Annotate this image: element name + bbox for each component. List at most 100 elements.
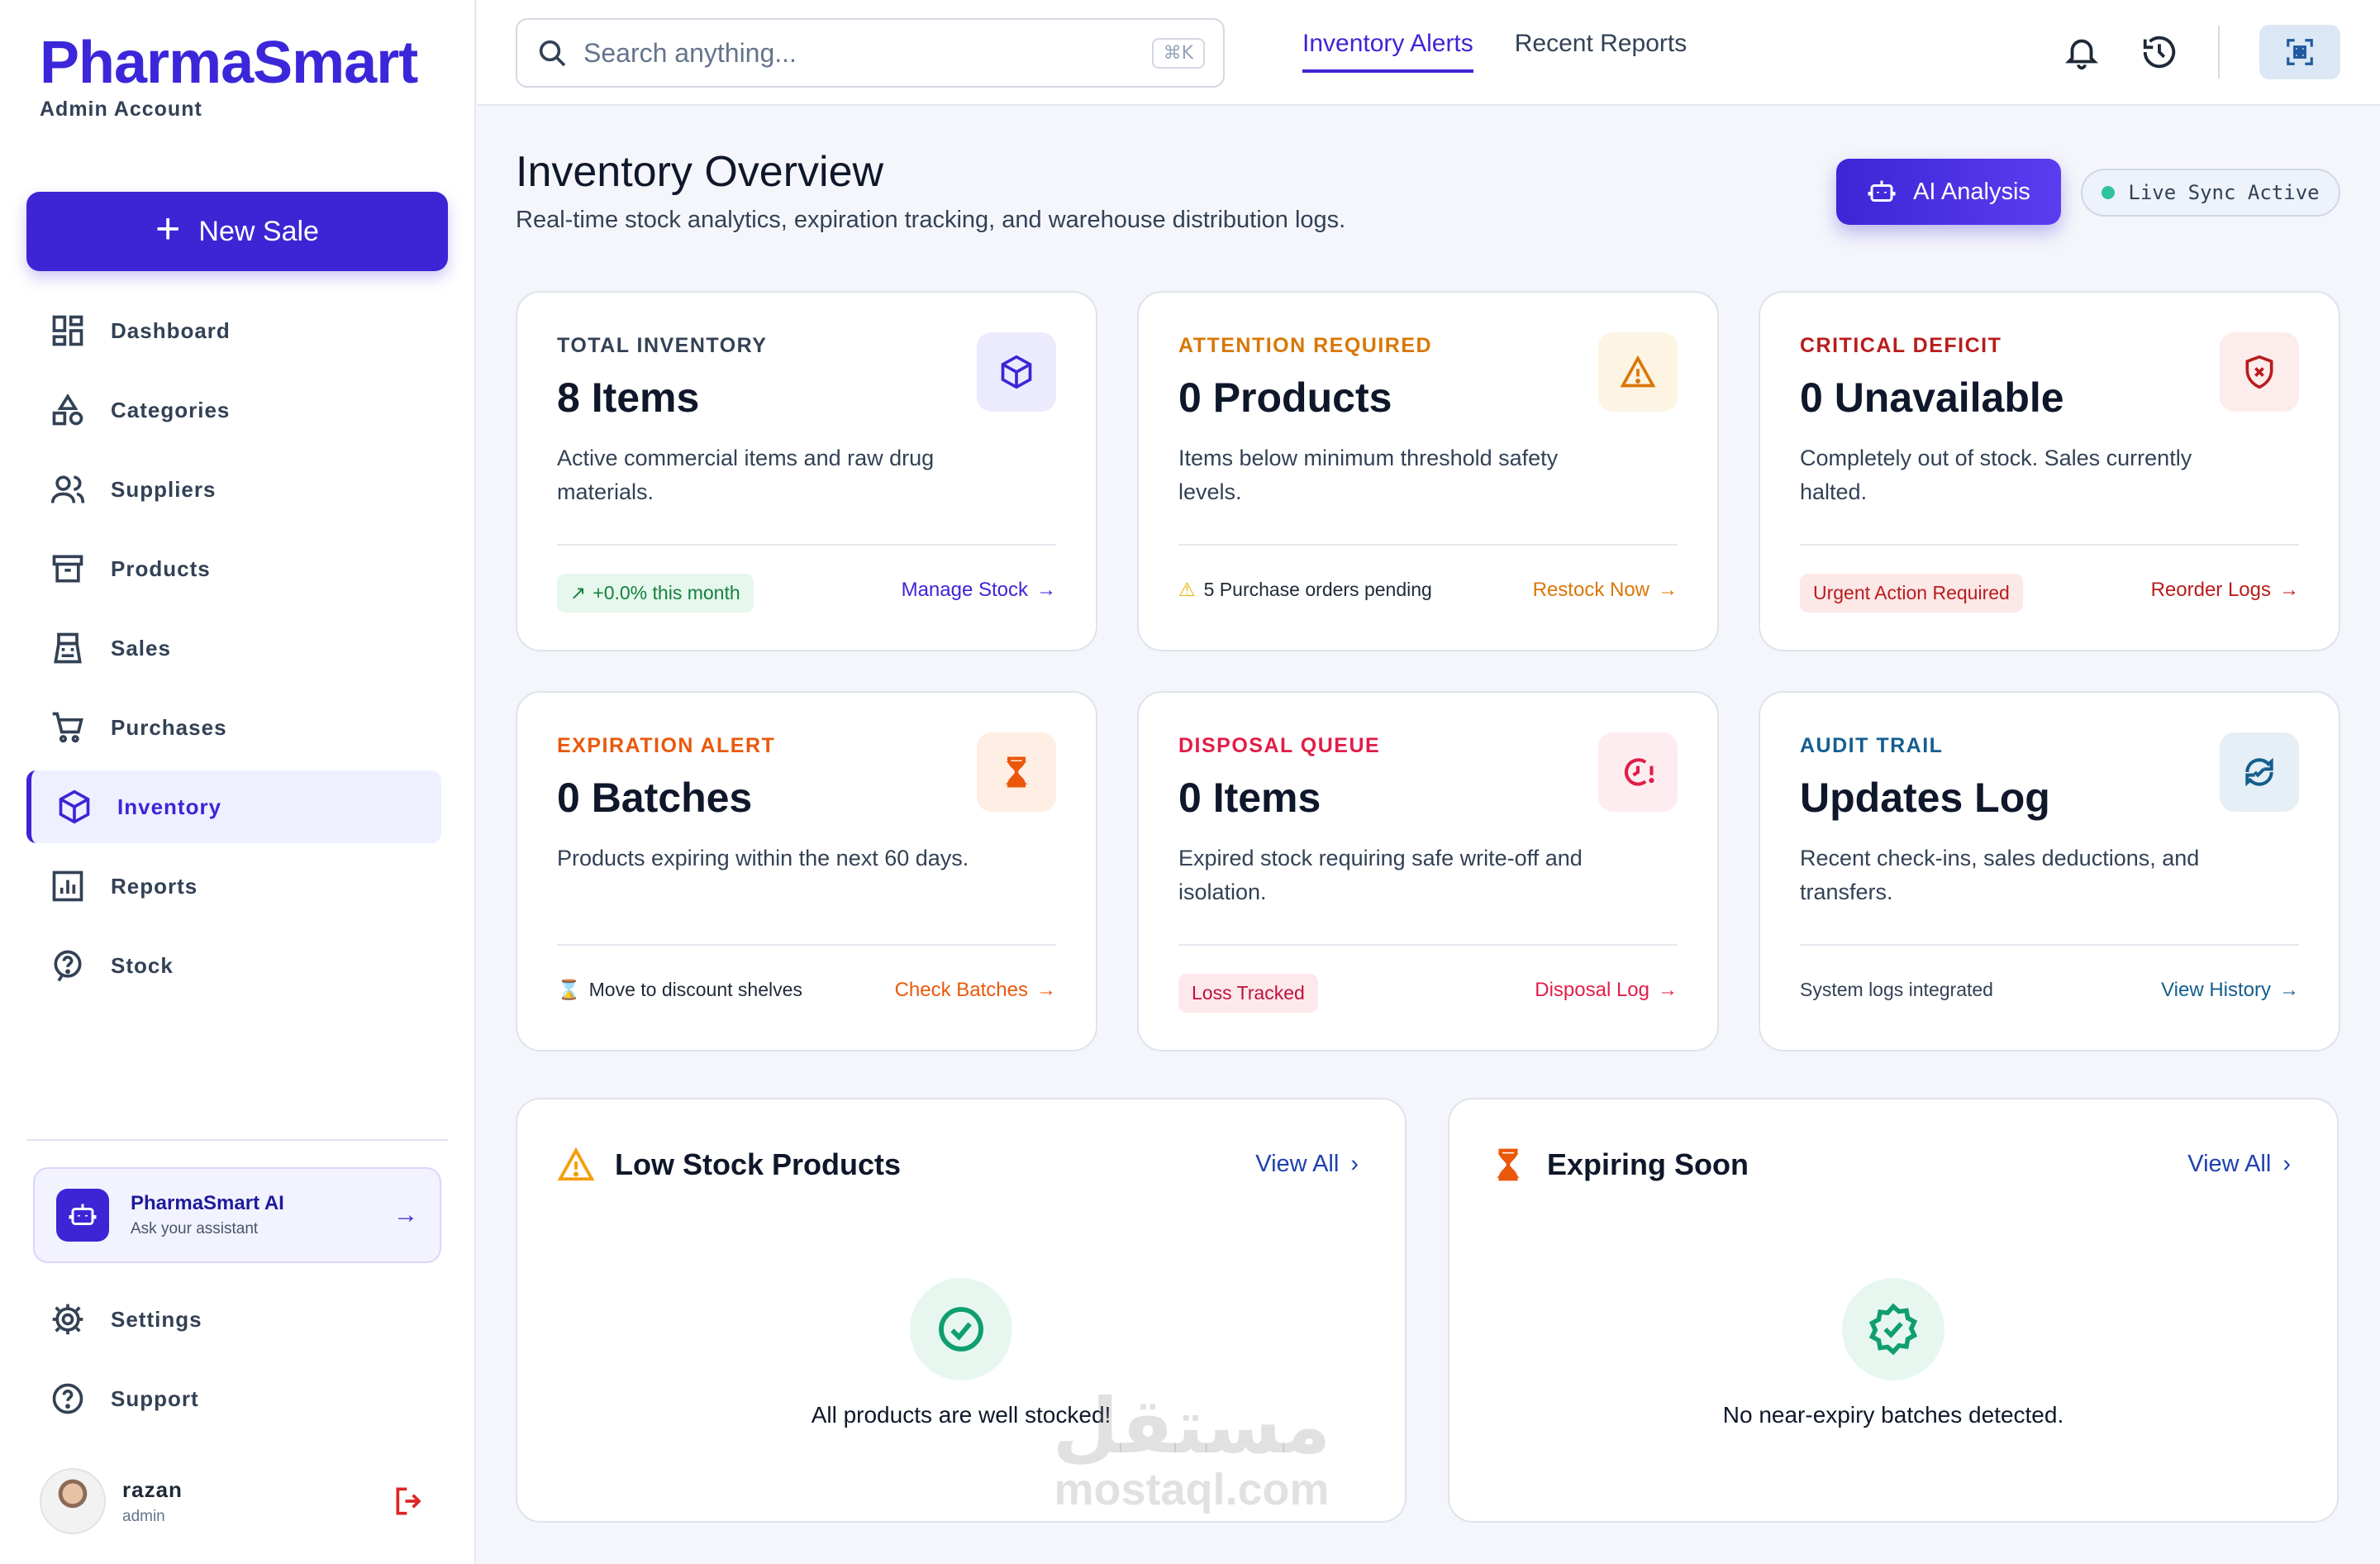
warning-icon	[1598, 332, 1678, 412]
watermark: مستقل mostaql.com	[1043, 1389, 1340, 1515]
card-label: ATTENTION REQUIRED	[1178, 334, 1433, 357]
sidebar-item-label: Dashboard	[111, 317, 231, 343]
ai-assistant-card[interactable]: PharmaSmart AI Ask your assistant →	[33, 1167, 441, 1263]
card-description: Products expiring within the next 60 day…	[557, 846, 969, 870]
disposal-log-link[interactable]: Disposal Log →	[1535, 979, 1678, 1002]
panel-title-label: Low Stock Products	[615, 1147, 902, 1181]
sidebar-item-suppliers[interactable]: Suppliers	[26, 453, 448, 526]
card-value: 0 Batches	[557, 775, 753, 821]
avatar	[40, 1468, 106, 1534]
sidebar-item-categories[interactable]: Categories	[26, 374, 448, 446]
link-label: View All	[2187, 1151, 2272, 1177]
badge-check-icon	[1842, 1278, 1944, 1380]
trend-label: +0.0% this month	[593, 582, 740, 603]
page-subtitle: Real-time stock analytics, expiration tr…	[516, 207, 1346, 233]
sidebar-item-label: Sales	[111, 635, 171, 660]
urgent-badge: Urgent Action Required	[1800, 574, 2023, 613]
hourglass-icon	[1497, 1148, 1520, 1181]
card-expiration-alert: EXPIRATION ALERT 0 Batches Products expi…	[516, 691, 1097, 1051]
search-box[interactable]: ⌘K	[516, 18, 1225, 88]
status-badge: Urgent Action Required	[1800, 574, 2023, 613]
history-icon[interactable]	[2140, 33, 2178, 71]
status-dot	[2102, 186, 2116, 199]
card-audit-trail: AUDIT TRAIL Updates Log Recent check-ins…	[1759, 691, 2340, 1051]
card-divider	[1178, 944, 1678, 946]
new-sale-button[interactable]: + New Sale	[26, 192, 448, 271]
reorder-logs-link[interactable]: Reorder Logs →	[2151, 579, 2299, 602]
sidebar-bottom-nav: Settings Support	[26, 1283, 448, 1442]
top-bar: ⌘K Inventory Alerts Recent Reports	[478, 0, 2380, 106]
empty-state-message: No near-expiry batches detected.	[1722, 1402, 2064, 1428]
restock-now-link[interactable]: Restock Now →	[1533, 579, 1678, 602]
sidebar-item-label: Inventory	[117, 794, 222, 819]
sidebar-item-products[interactable]: Products	[26, 532, 448, 605]
check-batches-link[interactable]: Check Batches →	[895, 979, 1056, 1002]
sidebar-item-label: Categories	[111, 397, 231, 422]
card-value: 0 Items	[1178, 775, 1321, 821]
ai-analysis-button[interactable]: AI Analysis	[1836, 159, 2061, 225]
card-label: TOTAL INVENTORY	[557, 334, 768, 357]
qr-scan-button[interactable]	[2259, 25, 2340, 79]
account-label: Admin Account	[40, 98, 202, 121]
sidebar-item-inventory[interactable]: Inventory	[26, 770, 441, 843]
logout-icon[interactable]	[392, 1483, 428, 1519]
card-description: Recent check-ins, sales deductions, and …	[1800, 846, 2200, 904]
card-divider	[557, 544, 1056, 546]
brand-name[interactable]: PharmaSmart	[40, 28, 418, 98]
cube-icon	[977, 332, 1056, 412]
tab-recent-reports[interactable]: Recent Reports	[1515, 30, 1687, 73]
sidebar-item-label: Reports	[111, 873, 198, 899]
bell-icon[interactable]	[2063, 33, 2101, 71]
user-role: admin	[122, 1507, 165, 1525]
sidebar-item-reports[interactable]: Reports	[26, 850, 448, 923]
tab-inventory-alerts[interactable]: Inventory Alerts	[1302, 30, 1473, 73]
chevron-right-icon: ›	[1350, 1151, 1359, 1177]
card-disposal-queue: DISPOSAL QUEUE 0 Items Expired stock req…	[1137, 691, 1719, 1051]
shortcut-hint: ⌘K	[1151, 37, 1205, 69]
panel-title: Low Stock Products	[557, 1146, 901, 1184]
warning-small-icon: ⚠	[1178, 579, 1196, 600]
sidebar-item-purchases[interactable]: Purchases	[26, 691, 448, 764]
card-value: 8 Items	[557, 374, 700, 421]
sidebar-item-label: Purchases	[111, 714, 227, 740]
warning-icon	[557, 1147, 595, 1181]
page-title: Inventory Overview	[516, 148, 884, 196]
reports-icon	[52, 870, 83, 902]
manage-stock-link[interactable]: Manage Stock →	[902, 579, 1056, 602]
watermark-latin: mostaql.com	[1054, 1465, 1330, 1514]
sidebar-item-label: Products	[111, 556, 211, 581]
card-description: Active commercial items and raw drug mat…	[557, 446, 935, 504]
plus-icon: +	[155, 205, 181, 253]
sidebar-item-sales[interactable]: Sales	[26, 612, 448, 684]
sidebar-item-dashboard[interactable]: Dashboard	[26, 294, 448, 367]
card-description: Expired stock requiring safe write-off a…	[1178, 846, 1583, 904]
user-profile[interactable]: razan admin	[40, 1466, 428, 1536]
search-input[interactable]	[583, 37, 1137, 69]
question-icon	[52, 1383, 83, 1414]
view-all-low-stock-link[interactable]: View All ›	[1255, 1151, 1359, 1178]
sidebar-item-settings[interactable]: Settings	[26, 1283, 448, 1356]
ai-analysis-label: AI Analysis	[1913, 178, 2030, 205]
shield-x-icon	[2220, 332, 2299, 412]
toolbar-divider	[2218, 26, 2220, 79]
sidebar-item-support[interactable]: Support	[26, 1362, 448, 1435]
brand: PharmaSmart Admin Account	[40, 28, 418, 122]
cart-icon	[52, 712, 83, 743]
view-history-link[interactable]: View History →	[2161, 979, 2299, 1002]
card-label: CRITICAL DEFICIT	[1800, 334, 2002, 357]
arrow-right-icon: →	[1658, 579, 1678, 601]
top-tabs: Inventory Alerts Recent Reports	[1302, 30, 1687, 73]
sync-check-icon	[2220, 732, 2299, 812]
chevron-right-icon: ›	[2282, 1151, 2291, 1177]
sidebar-item-stock[interactable]: Stock	[26, 929, 448, 1002]
check-circle-icon	[910, 1278, 1012, 1380]
card-description: Items below minimum threshold safety lev…	[1178, 446, 1559, 504]
sales-icon	[54, 632, 82, 664]
new-sale-label: New Sale	[198, 215, 319, 247]
card-label: DISPOSAL QUEUE	[1178, 734, 1381, 757]
link-label: Check Batches	[894, 979, 1028, 1001]
card-value: 0 Unavailable	[1800, 374, 2064, 421]
sidebar-item-label: Support	[111, 1385, 199, 1411]
categories-icon	[52, 393, 83, 426]
view-all-expiring-link[interactable]: View All ›	[2187, 1151, 2291, 1178]
